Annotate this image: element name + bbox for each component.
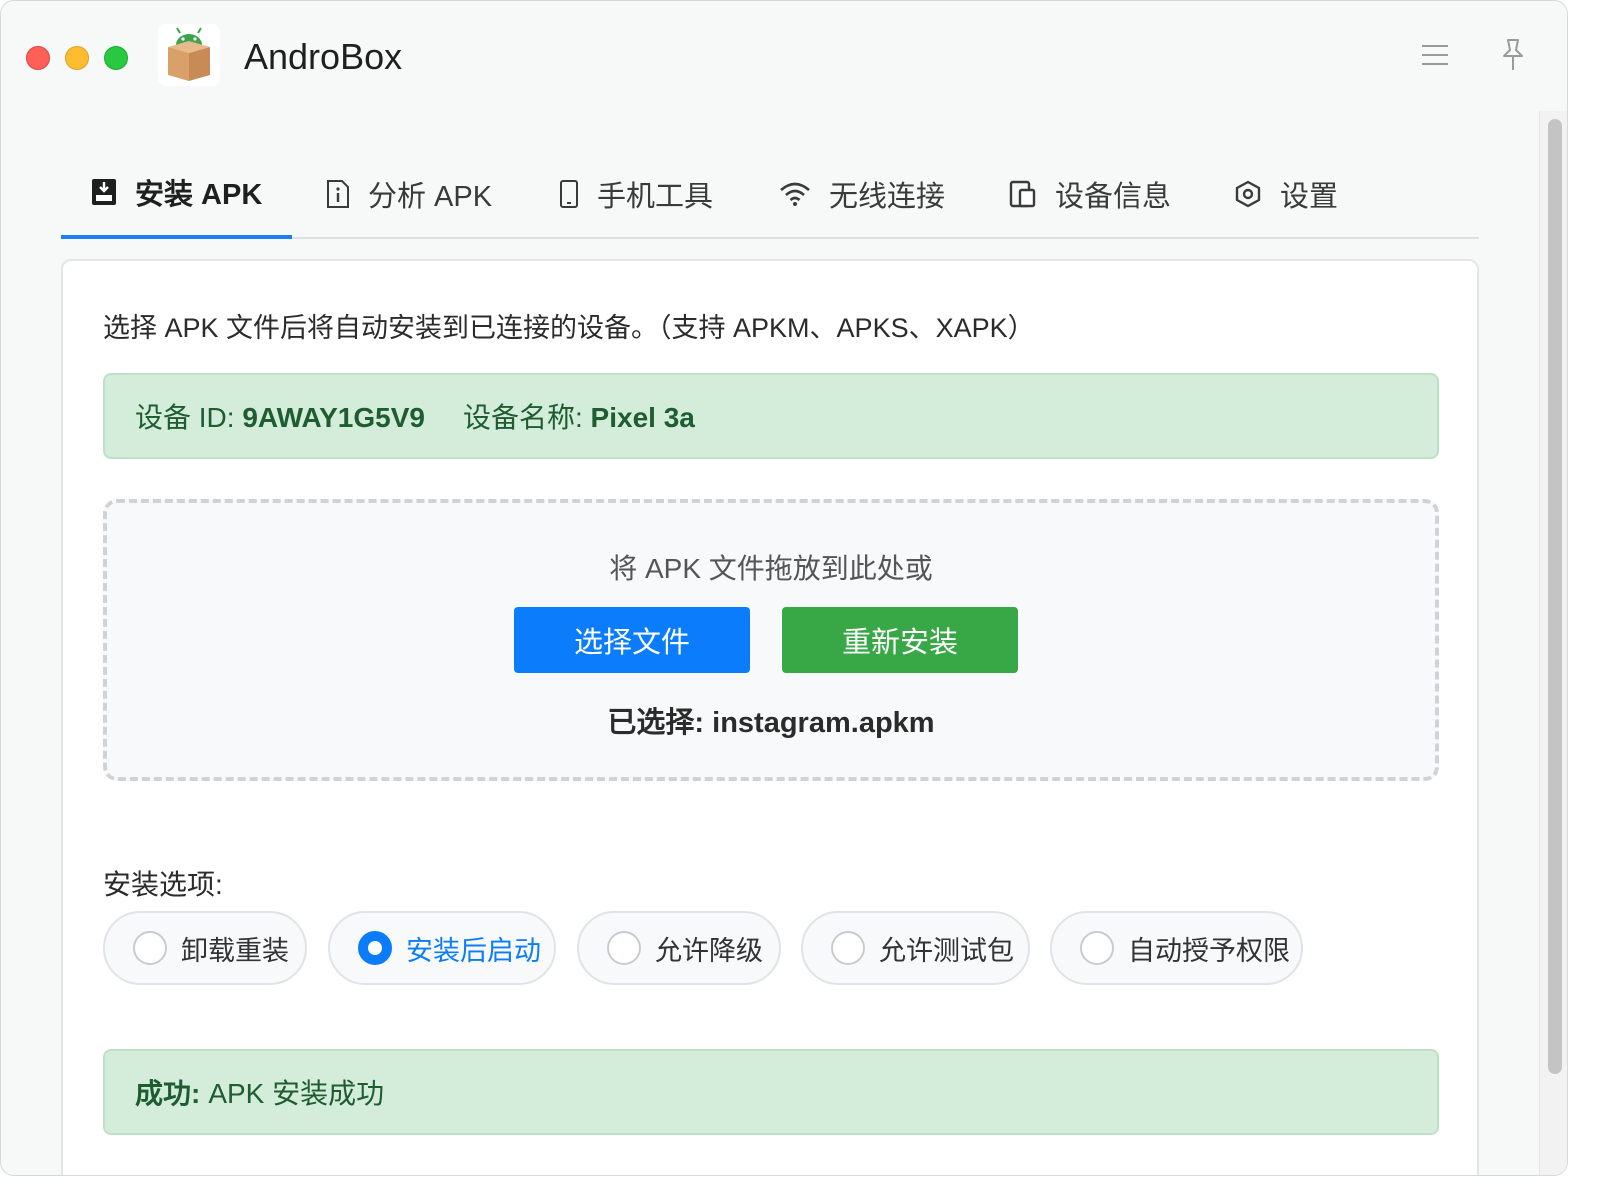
- install-icon: [91, 178, 117, 206]
- option-allow-test-package[interactable]: 允许测试包: [801, 911, 1030, 985]
- android-box-icon: [168, 27, 210, 81]
- option-label: 允许降级: [655, 935, 763, 966]
- device-status-banner: 设备 ID: 9AWAY1G5V9 设备名称: Pixel 3a: [103, 373, 1439, 459]
- device-name-value: Pixel 3a: [590, 402, 695, 433]
- option-auto-grant-permissions[interactable]: 自动授予权限: [1050, 911, 1303, 985]
- device-name-label: 设备名称:: [462, 402, 583, 433]
- menu-button[interactable]: [1413, 33, 1457, 77]
- pin-button[interactable]: [1491, 33, 1535, 77]
- radio-unchecked-icon: [831, 931, 865, 965]
- reinstall-button[interactable]: 重新安装: [782, 607, 1018, 673]
- option-allow-downgrade[interactable]: 允许降级: [577, 911, 781, 985]
- device-id-label: 设备 ID:: [135, 402, 235, 433]
- selected-file-label: 已选择:: [607, 707, 705, 739]
- window-controls: [26, 46, 128, 70]
- option-label: 自动授予权限: [1128, 935, 1290, 966]
- tab-settings[interactable]: 设置: [1204, 149, 1368, 239]
- result-prefix: 成功:: [135, 1078, 201, 1109]
- device-name: 设备名称: Pixel 3a: [463, 396, 695, 436]
- tab-analyze-apk[interactable]: 分析 APK: [296, 149, 522, 239]
- tab-bar: 安装 APK 分析 APK 手机工具 无线连接 设备信息 设置: [61, 149, 1479, 239]
- radio-unchecked-icon: [607, 931, 641, 965]
- selected-file-name: instagram.apkm: [712, 707, 935, 739]
- phone-icon: [559, 180, 579, 208]
- title-bar: AndroBox: [1, 1, 1567, 111]
- tab-label: 分析 APK: [368, 181, 493, 213]
- tab-label: 无线连接: [829, 181, 946, 213]
- install-options-label: 安装选项:: [103, 869, 223, 900]
- devices-icon: [1009, 180, 1037, 208]
- settings-icon: [1234, 180, 1262, 208]
- close-window-button[interactable]: [26, 46, 50, 70]
- result-message: APK 安装成功: [208, 1078, 385, 1109]
- option-label: 卸载重装: [181, 935, 289, 966]
- tab-device-info[interactable]: 设备信息: [979, 149, 1201, 239]
- radio-checked-icon: [358, 931, 392, 965]
- drop-hint: 将 APK 文件拖放到此处或: [609, 553, 933, 584]
- choose-file-button[interactable]: 选择文件: [514, 607, 750, 673]
- install-result-banner: 成功: APK 安装成功: [103, 1049, 1439, 1135]
- tab-wireless[interactable]: 无线连接: [749, 149, 975, 239]
- scrollbar-thumb[interactable]: [1548, 119, 1562, 1074]
- wifi-icon: [779, 181, 811, 207]
- app-logo: [158, 24, 220, 86]
- info-doc-icon: [326, 180, 350, 208]
- radio-unchecked-icon: [1080, 931, 1114, 965]
- app-window: AndroBox 安装 APK 分析 APK 手机工具 无线连接 设备信息 设置…: [0, 0, 1568, 1176]
- tab-label: 安装 APK: [135, 179, 263, 211]
- option-label: 允许测试包: [879, 935, 1014, 966]
- tab-label: 设置: [1280, 181, 1339, 213]
- pin-icon: [1503, 39, 1523, 70]
- tab-label: 手机工具: [597, 181, 714, 213]
- app-title: AndroBox: [244, 36, 403, 77]
- selected-file: 已选择: instagram.apkm: [107, 699, 1435, 741]
- minimize-window-button[interactable]: [65, 46, 89, 70]
- install-description: 选择 APK 文件后将自动安装到已连接的设备。（支持 APKM、APKS、XAP…: [103, 313, 1035, 343]
- tab-phone-tools[interactable]: 手机工具: [529, 149, 743, 239]
- vertical-scrollbar[interactable]: [1539, 111, 1567, 1175]
- tab-label: 设备信息: [1055, 181, 1172, 213]
- device-id-value: 9AWAY1G5V9: [242, 402, 425, 433]
- tab-install-apk[interactable]: 安装 APK: [61, 149, 293, 239]
- zoom-window-button[interactable]: [104, 46, 128, 70]
- install-panel: 选择 APK 文件后将自动安装到已连接的设备。（支持 APKM、APKS、XAP…: [61, 259, 1479, 1175]
- apk-drop-zone[interactable]: 将 APK 文件拖放到此处或 选择文件 重新安装 已选择: instagram.…: [103, 499, 1439, 781]
- radio-unchecked-icon: [133, 931, 167, 965]
- hamburger-icon: [1422, 45, 1448, 65]
- device-id: 设备 ID: 9AWAY1G5V9: [135, 396, 425, 436]
- option-label: 安装后启动: [406, 935, 541, 966]
- option-uninstall-reinstall[interactable]: 卸载重装: [103, 911, 307, 985]
- option-launch-after-install[interactable]: 安装后启动: [328, 911, 556, 985]
